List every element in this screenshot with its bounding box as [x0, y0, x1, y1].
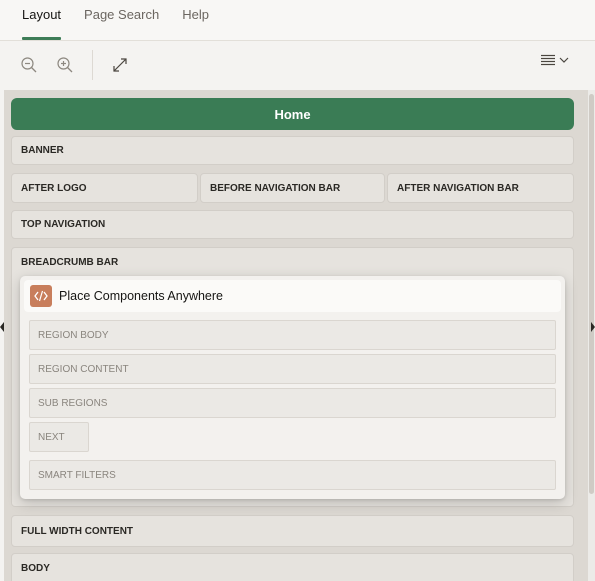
drop-smart-filters[interactable]: SMART FILTERS	[29, 460, 556, 490]
layout-menu-button[interactable]	[541, 54, 569, 66]
slot-after-logo[interactable]: AFTER LOGO	[11, 173, 198, 203]
drop-region-content[interactable]: REGION CONTENT	[29, 354, 556, 384]
scrollbar-thumb[interactable]	[589, 94, 594, 494]
zoom-in-button[interactable]	[54, 54, 76, 76]
page-title-bar[interactable]: Home	[11, 98, 574, 130]
tab-help[interactable]: Help	[182, 0, 209, 40]
collapse-left-arrow-icon[interactable]	[0, 322, 4, 332]
drop-region-body[interactable]: REGION BODY	[29, 320, 556, 350]
slot-after-navigation-bar[interactable]: AFTER NAVIGATION BAR	[387, 173, 574, 203]
slot-before-navigation-bar[interactable]: BEFORE NAVIGATION BAR	[200, 173, 385, 203]
toolbar-divider	[92, 50, 93, 80]
slot-banner[interactable]: BANNER	[11, 136, 574, 165]
drop-next[interactable]: NEXT	[29, 422, 89, 452]
slot-top-navigation[interactable]: TOP NAVIGATION	[11, 210, 574, 239]
slot-body[interactable]: BODY	[11, 553, 574, 581]
slot-full-width-content[interactable]: FULL WIDTH CONTENT	[11, 515, 574, 547]
expand-icon	[113, 58, 127, 72]
menu-icon	[541, 54, 555, 66]
breadcrumb-bar-label: BREADCRUMB BAR	[21, 257, 119, 268]
place-components-panel: Place Components Anywhere REGION BODY RE…	[20, 276, 565, 499]
panel-title: Place Components Anywhere	[59, 289, 223, 303]
toolbar	[0, 41, 595, 89]
code-icon	[30, 285, 52, 307]
drop-sub-regions[interactable]: SUB REGIONS	[29, 388, 556, 418]
tab-page-search[interactable]: Page Search	[84, 0, 159, 40]
collapse-right-arrow-icon[interactable]	[591, 322, 595, 332]
panel-header: Place Components Anywhere	[24, 280, 561, 312]
tab-layout[interactable]: Layout	[22, 0, 62, 40]
zoom-in-icon	[57, 57, 73, 73]
canvas-scrollbar[interactable]	[588, 90, 595, 581]
chevron-down-icon	[559, 57, 569, 63]
tab-bar: Layout Page Search Help	[0, 0, 595, 41]
zoom-out-button[interactable]	[18, 54, 40, 76]
expand-button[interactable]	[109, 54, 131, 76]
zoom-out-icon	[21, 57, 37, 73]
